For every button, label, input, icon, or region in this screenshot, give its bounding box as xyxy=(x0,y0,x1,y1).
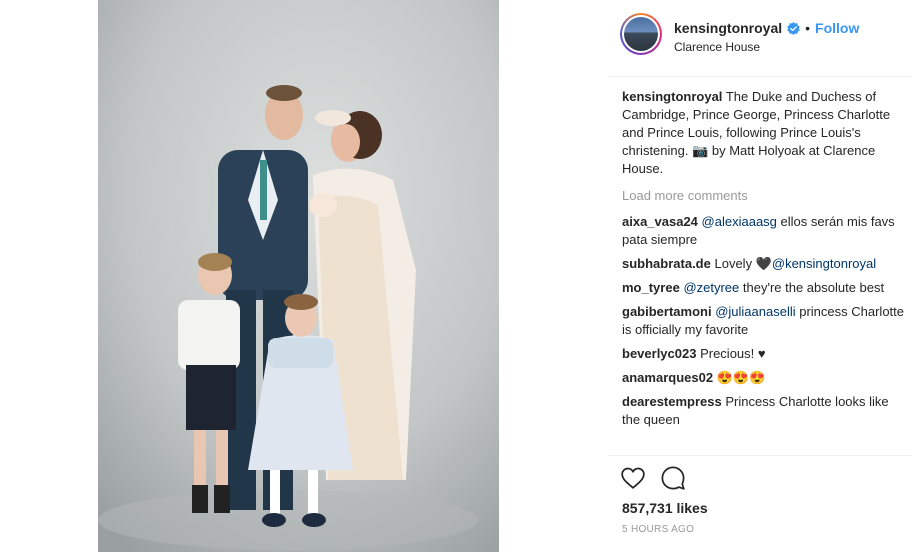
comment-item: mo_tyree @zetyree they're the absolute b… xyxy=(622,279,904,297)
location-link[interactable]: Clarence House xyxy=(674,40,760,54)
comment-text: they're the absolute best xyxy=(742,280,885,295)
comment-mention[interactable]: @alexiaaasg xyxy=(702,214,777,229)
comment-item: dearestempress Princess Charlotte looks … xyxy=(622,393,904,429)
comment-username[interactable]: subhabrata.de xyxy=(622,256,711,271)
post-timestamp: 5 HOURS AGO xyxy=(622,524,695,535)
header-username-line: kensingtonroyal • Follow xyxy=(674,20,859,36)
comment-icon[interactable] xyxy=(660,465,686,491)
likes-count[interactable]: 857,731 likes xyxy=(622,500,708,516)
comment-text: Precious! ♥ xyxy=(700,346,766,361)
post-actions: 857,731 likes 5 HOURS AGO xyxy=(608,455,912,535)
comment-item: aixa_vasa24 @alexiaaasg ellos serán mis … xyxy=(622,213,904,249)
comment-username[interactable]: gabibertamoni xyxy=(622,304,712,319)
comment-username[interactable]: beverlyc023 xyxy=(622,346,696,361)
comment-item: beverlyc023 Precious! ♥ xyxy=(622,345,904,363)
comment-text: 😍😍😍 xyxy=(716,370,766,385)
comments-list: kensingtonroyal The Duke and Duchess of … xyxy=(622,88,904,435)
comment-text: Lovely 🖤 xyxy=(714,256,772,271)
verified-badge-icon xyxy=(787,21,800,35)
comment-item: anamarques02 😍😍😍 xyxy=(622,369,904,387)
comment-item: gabibertamoni @juliaanaselli princess Ch… xyxy=(622,303,904,339)
comment-username[interactable]: aixa_vasa24 xyxy=(622,214,698,229)
caption-username[interactable]: kensingtonroyal xyxy=(622,89,722,104)
comment-username[interactable]: anamarques02 xyxy=(622,370,713,385)
header-username[interactable]: kensingtonroyal xyxy=(674,20,782,36)
comment-item: subhabrata.de Lovely 🖤@kensingtonroyal xyxy=(622,255,904,273)
heart-icon[interactable] xyxy=(620,465,646,491)
post-photo[interactable] xyxy=(98,0,499,552)
comment-mention[interactable]: @kensingtonroyal xyxy=(772,256,876,271)
comment-mention[interactable]: @juliaanaselli xyxy=(715,304,795,319)
post-header: kensingtonroyal • Follow Clarence House xyxy=(608,0,912,77)
avatar[interactable] xyxy=(620,13,662,55)
post-sidebar: kensingtonroyal • Follow Clarence House … xyxy=(608,0,912,552)
action-icons xyxy=(620,465,686,491)
follow-button[interactable]: Follow xyxy=(815,20,859,36)
comment-mention[interactable]: @zetyree xyxy=(683,280,739,295)
separator-dot: • xyxy=(805,20,811,36)
comment-username[interactable]: mo_tyree xyxy=(622,280,680,295)
caption: kensingtonroyal The Duke and Duchess of … xyxy=(622,88,904,178)
load-more-comments-button[interactable]: Load more comments xyxy=(622,187,904,205)
comment-username[interactable]: dearestempress xyxy=(622,394,722,409)
